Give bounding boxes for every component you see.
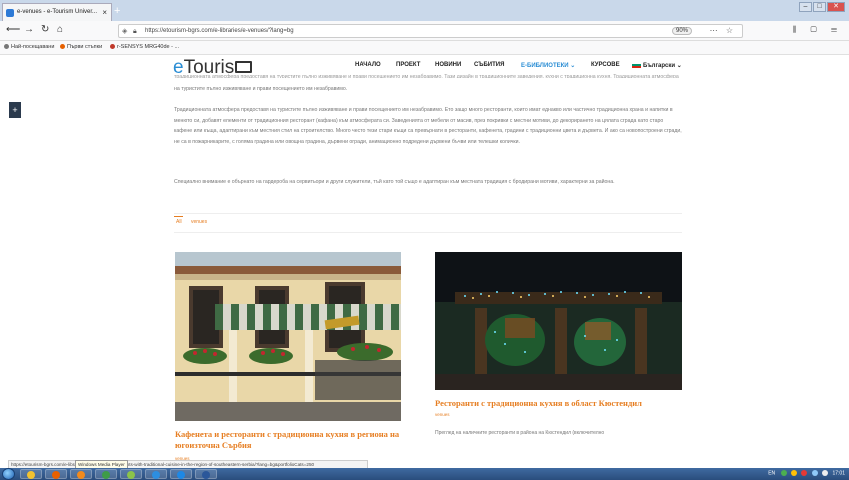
- taskbar-app-network[interactable]: [120, 469, 142, 479]
- taskbar-app-wifi[interactable]: [170, 469, 192, 479]
- skype-icon: [152, 471, 160, 479]
- active-filter-indicator: [174, 216, 183, 217]
- folder-icon: [27, 471, 35, 479]
- bookmark-getting-started[interactable]: Първи стъпки: [60, 44, 102, 50]
- language-selector[interactable]: Български ⌄: [632, 62, 682, 69]
- tray-antivirus-icon[interactable]: [801, 470, 808, 476]
- windows-taskbar: EN 17:01: [0, 468, 849, 480]
- tray-shield-icon[interactable]: [780, 470, 787, 476]
- tab-title: e-venues - e-Tourism Univer...: [17, 9, 98, 15]
- start-button-icon[interactable]: [2, 468, 15, 480]
- cafe-facade-image: [175, 252, 401, 421]
- card-1-image[interactable]: [175, 252, 401, 421]
- paragraph-cut: традиционната атмосфера предоставя на ту…: [174, 74, 679, 78]
- new-tab-button[interactable]: +: [114, 5, 120, 17]
- side-panel-toggle[interactable]: +: [9, 102, 21, 118]
- divider: [174, 213, 682, 214]
- browser-nav-bar: ⟵ → ↻ ⌂ ◈ 🔒︎ https://etourism-bgrs.com/e…: [0, 21, 849, 41]
- maximize-button[interactable]: □: [813, 2, 826, 12]
- menu-events[interactable]: СЪБИТИЯ: [474, 62, 504, 68]
- card-2-title[interactable]: Ресторанти с традиционна кухня в област …: [435, 398, 685, 409]
- home-icon[interactable]: ⌂: [57, 24, 63, 35]
- menu-home[interactable]: НАЧАЛО: [355, 62, 381, 68]
- filter-all[interactable]: All: [176, 219, 182, 225]
- taskbar-app-firefox[interactable]: [45, 469, 67, 479]
- media-player-icon: [77, 471, 85, 479]
- card-2-image[interactable]: [435, 252, 682, 390]
- reload-icon[interactable]: ↻: [41, 24, 49, 35]
- url-text: https://etourism-bgrs.com/e-libraries/e-…: [145, 28, 294, 34]
- bookmark-icon: [110, 44, 115, 50]
- menu-e-libraries[interactable]: Е-БИБЛИОТЕКИ ⌄: [521, 62, 575, 69]
- tray-network-icon[interactable]: [811, 470, 818, 476]
- browser-tab[interactable]: e-venues - e-Tourism Univer... ×: [2, 3, 112, 21]
- firefox-icon: [60, 44, 65, 50]
- wifi-app-icon: [177, 471, 185, 479]
- taskbar-app-word[interactable]: [195, 469, 217, 479]
- filter-venues[interactable]: venues: [191, 219, 207, 225]
- bookmark-most-visited[interactable]: Най-посещавани: [4, 44, 54, 50]
- menu-project[interactable]: ПРОЕКТ: [396, 62, 420, 68]
- firefox-icon: [52, 471, 60, 479]
- night-restaurant-image: [435, 252, 682, 390]
- tray-update-icon[interactable]: [790, 470, 797, 476]
- word-icon: [202, 471, 210, 479]
- paragraph-3: Специално внимание е обърнато на гардеро…: [174, 179, 615, 185]
- taskbar-app-media-player[interactable]: [70, 469, 92, 479]
- clock[interactable]: 17:01: [832, 470, 845, 476]
- bookmarks-bar: Най-посещавани Първи стъпки r-SENSYS MRG…: [0, 41, 849, 55]
- bulgarian-flag-icon: [632, 62, 641, 69]
- minimize-button[interactable]: –: [799, 2, 812, 12]
- taskbar-app-chrome[interactable]: [95, 469, 117, 479]
- network-icon: [127, 471, 135, 479]
- back-icon[interactable]: ⟵: [6, 24, 20, 35]
- paragraph-2: Традиционната атмосфера предоставя на ту…: [174, 107, 682, 145]
- toolbar-icons[interactable]: ⫼ ▢ ☰: [792, 25, 843, 35]
- site-favicon-icon: [6, 9, 14, 17]
- taskbar-app-explorer[interactable]: [20, 469, 42, 479]
- tab-close-icon[interactable]: ×: [102, 8, 107, 17]
- shield-icon: ◈: [122, 28, 128, 35]
- card-2-excerpt: Преглед на наличните ресторанти в района…: [435, 430, 605, 436]
- browser-tab-bar: e-venues - e-Tourism Univer... × + – □ ✕: [0, 0, 849, 21]
- zoom-level[interactable]: 90%: [671, 27, 692, 35]
- close-window-button[interactable]: ✕: [827, 2, 845, 12]
- lock-icon: 🔒︎: [133, 28, 137, 35]
- chrome-icon: [102, 471, 110, 479]
- portfolio-filters: All venues: [176, 219, 215, 225]
- window-controls: – □ ✕: [799, 2, 845, 12]
- tray-volume-icon[interactable]: [822, 470, 829, 476]
- page-actions-icon[interactable]: ⋯ ☆: [710, 26, 736, 35]
- card-2-category[interactable]: venues: [435, 412, 450, 417]
- menu-courses[interactable]: КУРСОВЕ: [591, 62, 620, 68]
- forward-icon[interactable]: →: [24, 24, 34, 35]
- bookmark-sensys[interactable]: r-SENSYS MRG40de - ...: [110, 44, 179, 50]
- url-bar[interactable]: ◈ 🔒︎ https://etourism-bgrs.com/e-librari…: [118, 24, 743, 38]
- menu-news[interactable]: НОВИНИ: [435, 62, 461, 68]
- system-tray: EN 17:01: [768, 470, 845, 476]
- language-indicator[interactable]: EN: [768, 470, 775, 476]
- divider: [174, 232, 682, 233]
- paragraph-1: на туристите пълно изживяване и прави по…: [174, 86, 348, 92]
- card-1-title[interactable]: Кафенета и ресторанти с традиционна кухн…: [175, 429, 405, 451]
- taskbar-app-skype[interactable]: [145, 469, 167, 479]
- gear-icon: [4, 44, 9, 50]
